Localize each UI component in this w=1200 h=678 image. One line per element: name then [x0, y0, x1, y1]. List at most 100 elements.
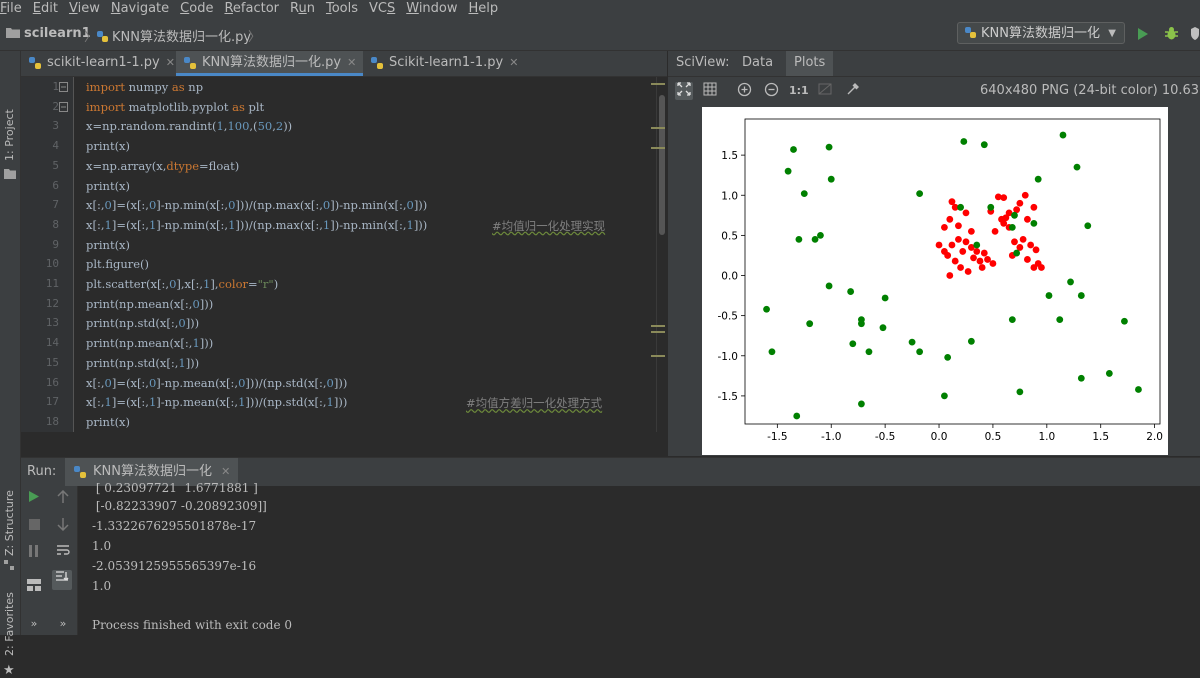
scatter-point	[1121, 317, 1128, 325]
code-line[interactable]: x=np.random.randint(1,100,(50,2))	[86, 119, 292, 133]
run-icon[interactable]	[1137, 27, 1149, 41]
pause-icon[interactable]	[24, 544, 44, 564]
arrow-down-icon[interactable]	[53, 517, 73, 537]
code-line[interactable]: x[:,0]=(x[:,0]-np.mean(x[:,0]))/(np.std(…	[86, 376, 347, 390]
debug-icon[interactable]	[1164, 26, 1179, 41]
zoom-in-icon[interactable]	[735, 82, 753, 100]
code-line[interactable]: print(np.std(x[:,0]))	[86, 316, 199, 330]
python-file-icon	[371, 57, 383, 69]
actual-size-button[interactable]: 1:1	[789, 82, 809, 100]
close-icon[interactable]: ✕	[221, 465, 230, 478]
fit-to-window-icon[interactable]	[675, 82, 693, 100]
layout-icon[interactable]	[24, 578, 44, 598]
more-tools-icon[interactable]: »	[24, 614, 44, 634]
console-output[interactable]: [ 0.23097721 1.6771881 ] [-0.82233907 -0…	[78, 481, 1200, 635]
console-line: -1.3322676295501878e-17	[92, 519, 257, 533]
tab-plots[interactable]: Plots	[786, 51, 834, 76]
close-icon[interactable]: ✕	[347, 56, 356, 69]
editor-tab[interactable]: Scikit-learn1-1.py ✕	[363, 51, 543, 76]
code-line[interactable]: plt.figure()	[86, 257, 149, 271]
scatter-point	[935, 241, 943, 249]
code-line[interactable]: print(np.mean(x[:,0]))	[86, 297, 213, 311]
project-tool-button[interactable]: 1: Project	[3, 109, 16, 161]
menu-item-navigate[interactable]: Navigate	[111, 1, 169, 16]
line-number: 7	[52, 198, 59, 212]
fold-icon[interactable]	[59, 102, 68, 112]
folder-icon	[4, 169, 16, 179]
scatter-point	[1073, 163, 1081, 171]
code-line[interactable]: x[:,1]=(x[:,1]-np.mean(x[:,1]))/(np.std(…	[86, 395, 347, 409]
code-line[interactable]: x[:,0]=(x[:,0]-np.min(x[:,0]))/(np.max(x…	[86, 198, 427, 212]
python-file-icon	[97, 31, 108, 42]
menu-item-window[interactable]: Window	[406, 1, 457, 16]
soft-wrap-icon[interactable]	[53, 544, 73, 564]
editor-scrollbar[interactable]	[651, 77, 668, 432]
code-line[interactable]: x=np.array(x,dtype=float)	[86, 159, 239, 173]
scatter-point	[944, 353, 952, 361]
code-line[interactable]: print(np.std(x[:,1]))	[86, 356, 199, 370]
scrollbar-thumb[interactable]	[659, 95, 665, 235]
scatter-point	[1011, 238, 1018, 246]
console-line: -2.0539125955565397e-16	[92, 559, 257, 573]
breadcrumb-file[interactable]: KNN算法数据归一化.py	[96, 26, 251, 45]
menu-item-vcs[interactable]: VCS	[369, 1, 395, 16]
line-number: 11	[45, 277, 59, 290]
code-line[interactable]: import numpy as np	[86, 80, 203, 94]
menu-item-help[interactable]: Help	[469, 1, 499, 16]
code-line[interactable]: plt.scatter(x[:,0],x[:,1],color="r")	[86, 277, 278, 291]
more-actions-icon[interactable]: »	[53, 614, 73, 634]
plot-image: -1.5 -1.0 -0.5 0.0 0.5 1.0 1.5 2.0 1.5 1.0 0.5 0.0 -…	[702, 107, 1168, 455]
fold-icon[interactable]	[59, 82, 68, 92]
y-tick-label: -1.0	[718, 351, 739, 363]
scatter-point	[984, 256, 991, 263]
rerun-icon[interactable]	[24, 490, 44, 510]
code-line[interactable]: print(x)	[86, 139, 130, 153]
run-configuration-select[interactable]: KNN算法数据归一化 ▼	[957, 22, 1125, 44]
y-tick-label: 0.5	[721, 230, 738, 242]
breadcrumb-project[interactable]: scilearn1	[6, 26, 91, 41]
scatter-point	[817, 231, 824, 239]
structure-tool-button[interactable]: Z: Structure	[3, 490, 16, 556]
coverage-icon[interactable]	[1190, 26, 1200, 41]
menu-item-view[interactable]: View	[69, 1, 100, 16]
scatter-point	[978, 264, 986, 271]
left-tool-strip: 1: Project Z: Structure 2: Favorites ★	[0, 51, 21, 678]
code-line[interactable]: import matplotlib.pyplot as plt	[86, 100, 264, 114]
scroll-to-end-icon[interactable]	[52, 570, 72, 590]
x-tick-label: 1.0	[1038, 431, 1055, 443]
code-comment: #均值方差归一化处理方式	[466, 396, 603, 411]
code-line[interactable]: print(x)	[86, 238, 130, 252]
stop-icon[interactable]	[24, 517, 44, 537]
code-editor[interactable]: import numpy as np import matplotlib.pypl…	[74, 77, 656, 432]
code-line[interactable]: x[:,1]=(x[:,1]-np.min(x[:,1]))/(np.max(x…	[86, 218, 427, 232]
scatter-point	[1045, 292, 1053, 299]
scatter-point	[980, 249, 988, 257]
line-number: 3	[52, 119, 59, 133]
code-line[interactable]: print(x)	[86, 415, 130, 429]
scatter-point	[1000, 219, 1008, 227]
code-line[interactable]: print(np.mean(x[:,1]))	[86, 336, 213, 350]
sciview-title: SciView:	[676, 55, 730, 70]
menu-item-run[interactable]: Run	[290, 1, 315, 16]
background-icon[interactable]	[816, 82, 834, 100]
zoom-out-icon[interactable]	[762, 82, 780, 100]
close-icon[interactable]: ✕	[166, 56, 175, 69]
color-picker-icon[interactable]	[844, 82, 862, 100]
scatter-point	[957, 203, 964, 211]
tab-data[interactable]: Data	[734, 51, 781, 76]
code-line[interactable]: print(x)	[86, 179, 130, 193]
sciview-toolbar: 1:1 640x480 PNG (24-bit color) 10.63 KB	[668, 77, 1200, 105]
menu-item-refactor[interactable]: Refactor	[224, 1, 279, 16]
favorites-tool-button[interactable]: 2: Favorites	[3, 592, 16, 656]
menu-item-code[interactable]: Code	[180, 1, 213, 16]
menu-item-edit[interactable]: Edit	[33, 1, 58, 16]
editor-tab[interactable]: scikit-learn1-1.py ✕	[21, 51, 176, 76]
menu-item-tools[interactable]: Tools	[326, 1, 358, 16]
image-info: 640x480 PNG (24-bit color) 10.63 KB	[980, 83, 1200, 98]
menu-item-file[interactable]: File	[0, 1, 22, 16]
close-icon[interactable]: ✕	[509, 56, 518, 69]
grid-icon[interactable]	[701, 82, 719, 100]
line-number: 2	[52, 99, 59, 113]
arrow-up-icon[interactable]	[53, 489, 73, 510]
editor-tab[interactable]: KNN算法数据归一化.py ✕	[176, 51, 363, 76]
